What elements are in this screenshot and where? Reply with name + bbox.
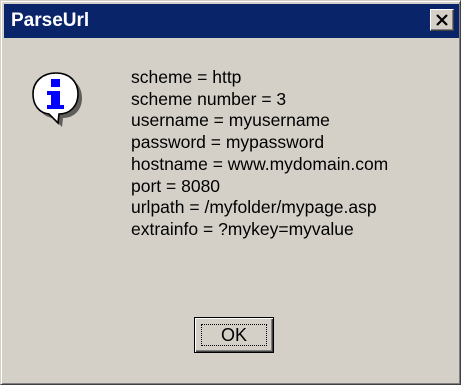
title-bar[interactable]: ParseUrl <box>4 4 459 38</box>
message-line-password: password = mypassword <box>131 132 325 153</box>
close-button[interactable] <box>430 9 454 31</box>
ok-button-label: OK <box>220 324 247 345</box>
message-line-extrainfo: extrainfo = ?mykey=myvalue <box>131 218 354 239</box>
message-line-scheme: scheme = http <box>131 67 242 87</box>
close-icon <box>436 14 448 26</box>
message-text: scheme = http scheme number = 3 username… <box>131 67 388 241</box>
ok-button[interactable]: OK <box>194 317 274 353</box>
message-line-username: username = myusername <box>131 110 330 131</box>
message-line-port: port = 8080 <box>131 175 221 196</box>
message-line-hostname: hostname = www.mydomain.com <box>131 153 389 174</box>
message-box-dialog: ParseUrl scheme = http scheme number = 3… <box>0 0 461 385</box>
information-icon <box>32 72 82 127</box>
window-title: ParseUrl <box>11 10 90 31</box>
message-line-urlpath: urlpath = /myfolder/mypage.asp <box>131 197 377 218</box>
message-line-scheme-number: scheme number = 3 <box>131 88 287 109</box>
